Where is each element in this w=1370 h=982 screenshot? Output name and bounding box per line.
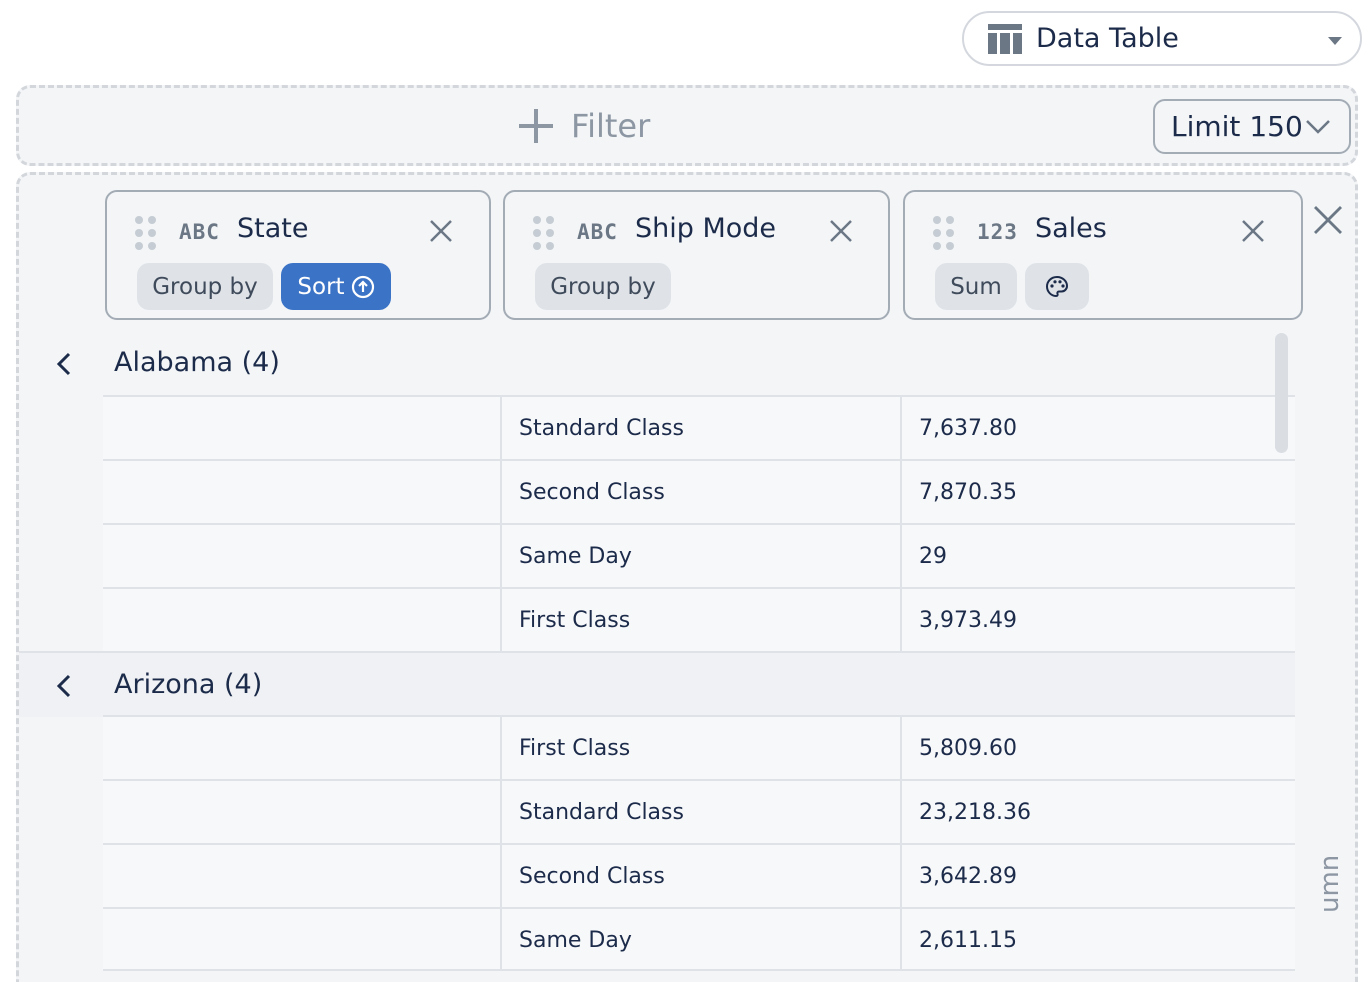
- caret-down-icon: [1328, 37, 1342, 45]
- table-cell-sales: 3,973.49: [919, 607, 1017, 633]
- text-type-icon: ABC: [577, 220, 618, 244]
- chevron-down-icon: [1306, 120, 1330, 134]
- table-cell-sales: 7,637.80: [919, 415, 1017, 441]
- add-filter-button[interactable]: Filter: [519, 106, 650, 146]
- table-cell-state: [103, 717, 502, 779]
- group-header-row[interactable]: Arizona (4): [19, 651, 1295, 717]
- column-card-sales[interactable]: 123 Sales Sum: [903, 190, 1303, 320]
- column-name: Sales: [1035, 213, 1107, 244]
- group-label: Alabama (4): [114, 347, 280, 378]
- filter-bar: Filter Limit 150: [16, 85, 1358, 166]
- add-filter-label: Filter: [571, 107, 651, 145]
- table-cell-state: [103, 461, 502, 523]
- table-cell-state: [103, 845, 502, 907]
- table-cell-state: [103, 909, 502, 971]
- table-cell-state: [103, 589, 502, 651]
- view-type-label: Data Table: [1036, 23, 1179, 54]
- vertical-scrollbar[interactable]: [1275, 333, 1288, 453]
- table-panel: ABC State Group by Sort ABC Ship Mode Gr…: [16, 172, 1358, 982]
- table-cell-ship-mode: Same Day: [502, 909, 902, 971]
- column-name: Ship Mode: [635, 213, 777, 244]
- table-cell-state: [103, 397, 502, 459]
- view-type-select[interactable]: Data Table: [962, 11, 1362, 66]
- group-by-button[interactable]: Group by: [137, 263, 273, 310]
- table-cell-ship-mode: Second Class: [502, 845, 902, 907]
- close-icon[interactable]: [429, 219, 453, 243]
- add-column-label[interactable]: umn: [1315, 855, 1345, 913]
- close-panel-icon[interactable]: [1313, 205, 1343, 235]
- table-cell-ship-mode: Standard Class: [502, 397, 902, 459]
- table-cell-sales: 3,642.89: [919, 863, 1017, 889]
- table-cell-sales: 29: [919, 543, 947, 569]
- table-row[interactable]: Second Class 7,870.35: [103, 459, 1295, 523]
- table-cell-sales: 23,218.36: [919, 799, 1031, 825]
- table-row[interactable]: First Class 3,973.49: [103, 587, 1295, 651]
- table-cell-ship-mode: First Class: [502, 589, 902, 651]
- plus-icon: [519, 109, 553, 143]
- table-cell-ship-mode: Second Class: [502, 461, 902, 523]
- table-icon: [988, 23, 1022, 54]
- limit-select[interactable]: Limit 150: [1153, 99, 1351, 154]
- table-cell-sales: 5,809.60: [919, 735, 1017, 761]
- drag-handle-icon[interactable]: [135, 216, 157, 250]
- aggregate-sum-button[interactable]: Sum: [935, 263, 1017, 310]
- column-card-ship-mode[interactable]: ABC Ship Mode Group by: [503, 190, 890, 320]
- close-icon[interactable]: [829, 219, 853, 243]
- table-cell-ship-mode: Same Day: [502, 525, 902, 587]
- column-name: State: [237, 213, 309, 244]
- chevron-left-icon[interactable]: [53, 351, 75, 377]
- drag-handle-icon[interactable]: [933, 216, 955, 250]
- text-type-icon: ABC: [179, 220, 220, 244]
- table-row[interactable]: Same Day 29: [103, 523, 1295, 587]
- table-cell-state: [103, 781, 502, 843]
- table-row[interactable]: Standard Class 7,637.80: [103, 395, 1295, 459]
- chevron-left-icon[interactable]: [53, 673, 75, 699]
- table-row[interactable]: First Class 5,809.60: [103, 715, 1295, 779]
- limit-label: Limit 150: [1171, 110, 1303, 143]
- sort-ascending-icon: [351, 275, 374, 298]
- group-label: Arizona (4): [114, 669, 263, 700]
- group-by-button[interactable]: Group by: [535, 263, 671, 310]
- table-row[interactable]: Same Day 2,611.15: [103, 907, 1295, 971]
- group-header-row[interactable]: Alabama (4): [19, 331, 1295, 397]
- number-type-icon: 123: [977, 220, 1018, 244]
- sort-button[interactable]: Sort: [281, 263, 391, 310]
- table-cell-sales: 7,870.35: [919, 479, 1017, 505]
- format-button[interactable]: [1025, 263, 1089, 310]
- table-cell-ship-mode: First Class: [502, 717, 902, 779]
- table-cell-ship-mode: Standard Class: [502, 781, 902, 843]
- close-icon[interactable]: [1241, 219, 1265, 243]
- table-row[interactable]: Second Class 3,642.89: [103, 843, 1295, 907]
- palette-icon: [1045, 275, 1069, 297]
- column-card-state[interactable]: ABC State Group by Sort: [105, 190, 491, 320]
- table-cell-sales: 2,611.15: [919, 927, 1017, 953]
- table-row[interactable]: Standard Class 23,218.36: [103, 779, 1295, 843]
- sort-label: Sort: [297, 273, 345, 300]
- drag-handle-icon[interactable]: [533, 216, 555, 250]
- table-cell-state: [103, 525, 502, 587]
